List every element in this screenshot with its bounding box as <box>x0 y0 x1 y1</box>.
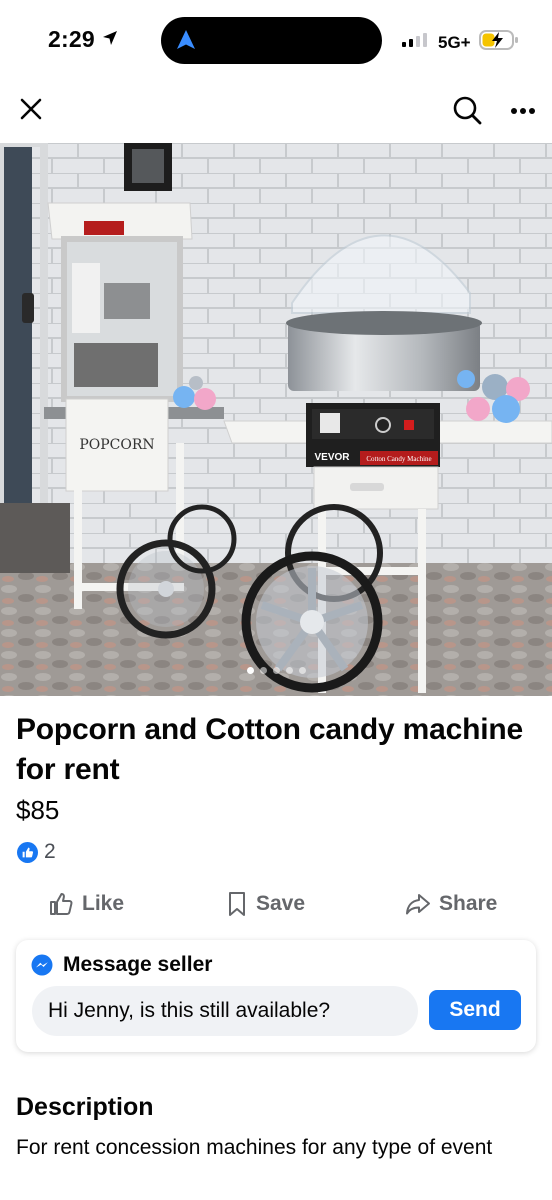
carousel-dot <box>246 667 254 674</box>
action-row: Like Save Share <box>0 880 552 928</box>
carousel-dot <box>272 667 280 674</box>
like-reaction-icon <box>17 841 38 863</box>
vevor-brand-label: VEVOR <box>314 452 350 463</box>
listing-photo-illustration: POPCORN VEVOR Cotton Candy Machine <box>0 143 552 696</box>
save-label: Save <box>256 892 306 915</box>
send-button[interactable]: Send <box>429 990 521 1030</box>
cotton-candy-panel-label: Cotton Candy Machine <box>366 455 431 463</box>
listing-title: Popcorn and Cotton candy machine for ren… <box>16 713 523 786</box>
thumbs-up-icon <box>50 893 73 915</box>
navigation-arrow-icon <box>175 28 197 57</box>
search-button[interactable] <box>450 93 484 127</box>
share-button[interactable]: Share <box>405 880 497 928</box>
dynamic-island <box>161 17 382 64</box>
top-navigation <box>0 80 552 142</box>
like-button[interactable]: Like <box>48 880 124 928</box>
signal-icon <box>402 31 430 54</box>
bookmark-icon <box>229 892 245 916</box>
close-button[interactable] <box>16 94 46 124</box>
battery-charging-icon <box>478 29 519 56</box>
clock-text: 2:29 <box>48 26 95 52</box>
close-icon <box>20 98 42 120</box>
message-seller-header: Message seller <box>31 953 212 977</box>
status-bar: 2:29 5G+ <box>0 0 552 80</box>
status-time: 2:29 <box>48 26 119 53</box>
save-button[interactable]: Save <box>226 880 305 928</box>
carousel-dot <box>285 667 293 674</box>
description-heading: Description <box>16 1093 154 1121</box>
messenger-icon <box>31 954 53 976</box>
more-options-button[interactable] <box>506 94 540 128</box>
popcorn-cart-label: POPCORN <box>79 437 154 453</box>
share-label: Share <box>439 892 498 915</box>
like-label: Like <box>82 892 125 915</box>
description-text: For rent concession machines for any typ… <box>16 1136 493 1159</box>
message-input[interactable] <box>32 986 418 1036</box>
listing-photo[interactable]: POPCORN VEVOR Cotton Candy Machine <box>0 143 552 696</box>
message-seller-title: Message seller <box>63 953 213 976</box>
carousel-dot <box>298 667 306 674</box>
carousel-dot <box>259 667 267 674</box>
location-arrow-icon <box>101 26 119 53</box>
share-arrow-icon <box>406 894 430 915</box>
network-label: 5G+ <box>438 32 471 52</box>
message-seller-card: Message seller Send <box>16 940 536 1052</box>
status-right: 5G+ <box>402 29 519 56</box>
listing-price: $85 <box>16 795 60 825</box>
reaction-count: 2 <box>44 840 56 863</box>
reaction-summary[interactable]: 2 <box>17 840 56 864</box>
more-icon <box>511 108 535 114</box>
carousel-indicator <box>0 667 552 674</box>
search-icon <box>453 96 482 125</box>
